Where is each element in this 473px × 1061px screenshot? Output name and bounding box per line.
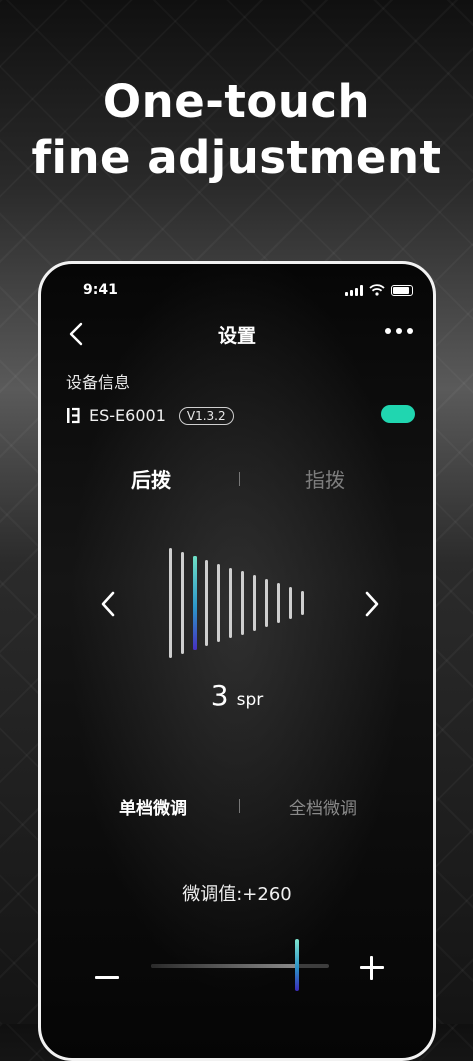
tab-shifter[interactable]: 指拨 xyxy=(305,464,345,493)
cassette-cog xyxy=(169,548,172,658)
slider-thumb[interactable] xyxy=(294,939,299,991)
battery-icon xyxy=(391,284,413,296)
status-time: 9:41 xyxy=(83,282,118,298)
tab-single-gear-fine-tune[interactable]: 单档微调 xyxy=(119,794,187,819)
phone-frame: 9:41 设置 设备信息 ES-E6001 V1.3.2 后拨 指拨 3 spr… xyxy=(38,261,436,1061)
device-name: ES-E6001 xyxy=(89,406,166,425)
adjust-mode-tabs: 单档微调 全档微调 xyxy=(41,794,433,819)
gear-value: 3 xyxy=(210,679,229,712)
cassette-cog xyxy=(217,563,220,643)
device-info-label: 设备信息 xyxy=(66,373,131,392)
tab-rear-derailleur[interactable]: 后拨 xyxy=(131,464,171,493)
status-icons xyxy=(345,284,413,296)
gear-down-chevron-icon[interactable] xyxy=(97,589,119,619)
cassette-cog xyxy=(229,567,232,639)
shifter-tabs: 后拨 指拨 xyxy=(41,464,433,494)
version-badge: V1.3.2 xyxy=(178,406,234,425)
device-row: ES-E6001 V1.3.2 xyxy=(66,406,234,425)
gear-up-chevron-icon[interactable] xyxy=(361,589,383,619)
cassette-cog xyxy=(265,579,268,627)
fine-tune-slider[interactable] xyxy=(151,964,329,968)
increase-button[interactable] xyxy=(358,954,386,982)
page-title: 设置 xyxy=(217,325,256,347)
slider-fill xyxy=(151,964,297,968)
more-options-icon[interactable] xyxy=(385,328,413,334)
connection-status-indicator xyxy=(381,405,415,423)
derailleur-icon xyxy=(67,407,80,424)
headline-line-1: One-touch xyxy=(102,75,371,128)
cellular-signal-icon xyxy=(345,284,363,296)
tab-divider xyxy=(239,472,240,486)
cassette-cog xyxy=(205,559,208,647)
decrease-button[interactable] xyxy=(93,964,121,992)
cassette-cog xyxy=(193,555,197,651)
tab-all-gear-fine-tune[interactable]: 全档微调 xyxy=(289,794,357,819)
minus-icon xyxy=(95,976,119,979)
fine-tune-value-label: 微调值:+260 xyxy=(182,884,292,905)
cassette-cog xyxy=(241,571,244,635)
cassette-cog xyxy=(277,583,280,623)
cassette-cog xyxy=(253,575,256,631)
gear-unit: spr xyxy=(236,690,264,710)
gear-readout: 3 spr xyxy=(41,679,433,712)
cassette-cog xyxy=(301,591,304,615)
headline-line-2: fine adjustment xyxy=(31,131,442,184)
cassette-cog xyxy=(181,551,184,655)
cassette-cog xyxy=(289,587,292,619)
headline: One-touch fine adjustment xyxy=(0,74,473,186)
wifi-icon xyxy=(369,284,385,296)
mode-divider xyxy=(239,799,240,813)
